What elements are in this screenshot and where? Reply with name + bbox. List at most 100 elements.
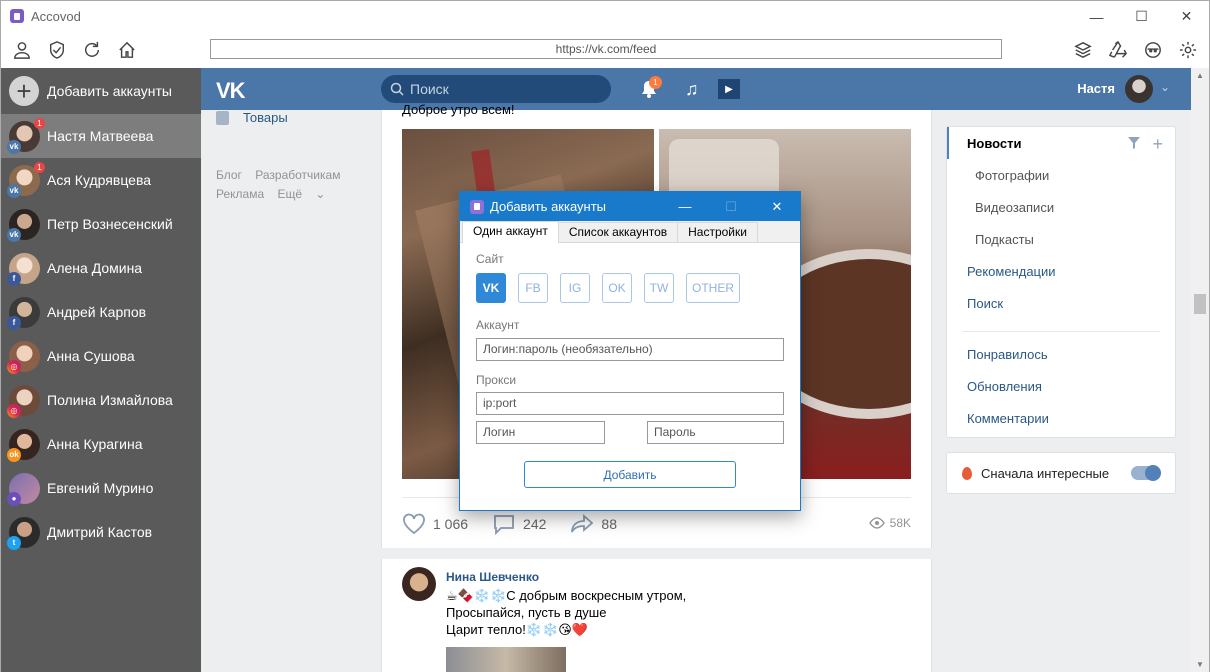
proxy-input[interactable]: ip:port: [476, 392, 784, 415]
ninja-icon[interactable]: [1135, 31, 1170, 68]
tab-account-list[interactable]: Список аккаунтов: [557, 222, 679, 242]
user-icon[interactable]: [4, 31, 39, 68]
app-lock-icon: [10, 9, 24, 23]
add-accounts-button[interactable]: + Добавить аккаунты: [1, 68, 201, 114]
scroll-down-icon[interactable]: ▼: [1196, 660, 1204, 669]
link-ads[interactable]: Реклама: [216, 187, 264, 201]
menu-recommendations[interactable]: Рекомендации: [947, 255, 1175, 287]
notification-count: 1: [649, 76, 662, 89]
home-icon[interactable]: [109, 31, 144, 68]
refresh-icon[interactable]: [74, 31, 109, 68]
site-other-button[interactable]: OTHER: [686, 273, 740, 303]
avatar: ok: [7, 428, 40, 462]
menu-photos[interactable]: Фотографии: [947, 159, 1175, 191]
chevron-down-icon[interactable]: ⌄: [1160, 80, 1170, 94]
tab-single-account[interactable]: Один аккаунт: [462, 221, 559, 243]
add-accounts-label: Добавить аккаунты: [47, 83, 172, 99]
dialog-tabs: Один аккаунт Список аккаунтов Настройки: [460, 221, 800, 243]
maximize-icon[interactable]: ☐: [1119, 1, 1164, 32]
menu-videos[interactable]: Видеозаписи: [947, 191, 1175, 223]
interesting-toggle[interactable]: [1131, 465, 1161, 481]
notification-badge: 1: [34, 161, 45, 173]
video-play-icon[interactable]: ▶: [718, 79, 740, 99]
avatar[interactable]: [1125, 75, 1153, 103]
account-item[interactable]: t Дмитрий Кастов: [1, 510, 201, 554]
account-item[interactable]: ◎ Анна Сушова: [1, 334, 201, 378]
address-bar[interactable]: https://vk.com/feed: [210, 39, 1002, 59]
proxy-login-input[interactable]: Логин: [476, 421, 605, 444]
account-name: Анна Сушова: [47, 348, 135, 364]
close-icon[interactable]: ✕: [1164, 1, 1209, 32]
minimize-icon[interactable]: —: [1074, 1, 1119, 32]
menu-news[interactable]: Новости +: [947, 127, 1175, 159]
minimize-icon[interactable]: —: [662, 192, 708, 221]
close-icon[interactable]: ✕: [754, 192, 800, 221]
account-item[interactable]: f Андрей Карпов: [1, 290, 201, 334]
menu-search[interactable]: Поиск: [947, 287, 1175, 319]
menu-liked[interactable]: Понравилось: [947, 338, 1175, 370]
link-blog[interactable]: Блог: [216, 168, 242, 182]
site-tw-button[interactable]: TW: [644, 273, 674, 303]
twitter-icon: t: [7, 535, 21, 550]
account-name: Алена Домина: [47, 260, 143, 276]
maximize-icon: ☐: [725, 198, 737, 214]
share-button[interactable]: 88: [570, 513, 617, 535]
nav-goods[interactable]: Товары: [216, 110, 288, 125]
search-placeholder: Поиск: [410, 81, 449, 97]
site-vk-button[interactable]: VK: [476, 273, 506, 303]
plus-icon[interactable]: +: [1152, 134, 1163, 155]
filter-icon[interactable]: [1127, 136, 1141, 150]
post-gap: [381, 548, 932, 559]
vk-logo-icon[interactable]: VK: [216, 78, 246, 104]
account-item[interactable]: f Алена Домина: [1, 246, 201, 290]
menu-updates[interactable]: Обновления: [947, 370, 1175, 402]
menu-comments[interactable]: Комментарии: [947, 402, 1175, 434]
recycle-icon[interactable]: [1100, 31, 1135, 68]
vk-user-name[interactable]: Настя: [1077, 81, 1115, 96]
comment-count: 242: [523, 516, 547, 532]
account-item[interactable]: 1 vk Настя Матвеева: [1, 114, 201, 158]
search-icon: [390, 82, 404, 96]
avatar: ●: [7, 472, 40, 506]
window-title: Accovod: [31, 8, 81, 24]
post-author[interactable]: Нина Шевченко: [446, 570, 539, 584]
site-ig-button[interactable]: IG: [560, 273, 590, 303]
scroll-up-icon[interactable]: ▲: [1196, 71, 1204, 80]
feed-filter-menu: Новости + Фотографии Видеозаписи Подкаст…: [946, 126, 1176, 438]
account-item[interactable]: ● Евгений Мурино: [1, 466, 201, 510]
link-developers[interactable]: Разработчикам: [255, 168, 340, 182]
site-label: Сайт: [476, 252, 504, 266]
site-ok-button[interactable]: OK: [602, 273, 632, 303]
scroll-thumb[interactable]: [1194, 294, 1206, 314]
post-text: ☕🍫❄️❄️С добрым воскресным утром, Просыпа…: [446, 588, 687, 637]
account-name: Петр Вознесенский: [47, 216, 173, 232]
account-item[interactable]: 1 vk Ася Кудрявцева: [1, 158, 201, 202]
add-button[interactable]: Добавить: [524, 461, 736, 488]
like-button[interactable]: 1 066: [402, 513, 468, 535]
facebook-icon: f: [7, 271, 21, 286]
settings-gear-icon[interactable]: [1170, 31, 1205, 68]
account-input[interactable]: Логин:пароль (необязательно): [476, 338, 784, 361]
vk-search-input[interactable]: Поиск: [381, 75, 611, 103]
avatar[interactable]: [402, 567, 436, 601]
post-photo[interactable]: [446, 647, 566, 672]
views-counter: 58K: [868, 516, 911, 530]
account-item[interactable]: ok Анна Курагина: [1, 422, 201, 466]
vk-icon: vk: [7, 227, 21, 242]
link-more[interactable]: Ещё ⌄: [277, 187, 325, 201]
menu-podcasts[interactable]: Подкасты: [947, 223, 1175, 255]
tab-settings[interactable]: Настройки: [677, 222, 758, 242]
accounts-sidebar: + Добавить аккаунты 1 vk Настя Матвеева …: [0, 68, 201, 672]
account-item[interactable]: ◎ Полина Измайлова: [1, 378, 201, 422]
fire-icon: [962, 466, 972, 480]
site-fb-button[interactable]: FB: [518, 273, 548, 303]
comment-button[interactable]: 242: [492, 513, 546, 535]
page-scrollbar[interactable]: ▲ ▼: [1191, 68, 1210, 672]
music-icon[interactable]: ♫: [685, 79, 699, 100]
shield-check-icon[interactable]: [39, 31, 74, 68]
layers-icon[interactable]: [1065, 31, 1100, 68]
account-item[interactable]: vk Петр Вознесенский: [1, 202, 201, 246]
proxy-password-input[interactable]: Пароль: [647, 421, 784, 444]
account-name: Евгений Мурино: [47, 480, 154, 496]
add-accounts-dialog: Добавить аккаунты — ☐ ✕ Один аккаунт Спи…: [459, 191, 801, 511]
